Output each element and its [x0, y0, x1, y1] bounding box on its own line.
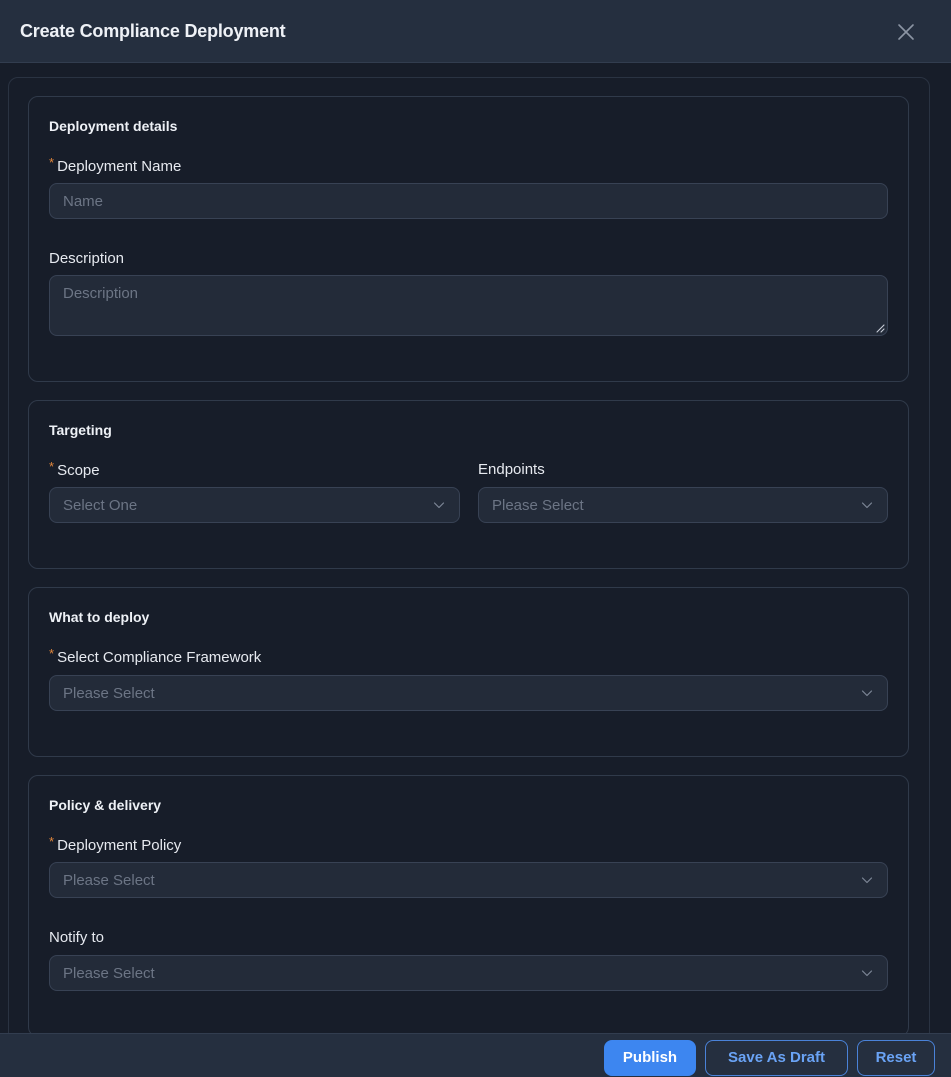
save-as-draft-button[interactable]: Save As Draft: [705, 1040, 848, 1076]
deployment-name-label: * Deployment Name: [49, 155, 182, 175]
chevron-down-icon: [861, 502, 873, 509]
endpoints-placeholder: Please Select: [492, 497, 584, 514]
section-title: Targeting: [49, 422, 112, 438]
section-policy-delivery: Policy & delivery * Deployment Policy Ple…: [28, 775, 909, 1037]
section-title: Deployment details: [49, 118, 178, 134]
endpoints-label: Endpoints: [478, 461, 545, 478]
publish-button[interactable]: Publish: [604, 1040, 696, 1076]
description-textarea[interactable]: Description: [49, 275, 888, 336]
modal-footer: Publish Save As Draft Reset: [0, 1033, 951, 1077]
notify-to-select[interactable]: Please Select: [49, 955, 888, 991]
scope-select[interactable]: Select One: [49, 487, 460, 523]
chevron-down-icon: [861, 690, 873, 697]
description-placeholder: Description: [63, 285, 139, 302]
framework-select[interactable]: Please Select: [49, 675, 888, 711]
required-marker: *: [49, 646, 55, 661]
required-marker: *: [49, 834, 55, 849]
notify-to-label: Notify to: [49, 929, 105, 946]
chevron-down-icon: [861, 877, 873, 884]
required-marker: *: [49, 459, 55, 474]
chevron-down-icon: [433, 502, 445, 509]
framework-label: * Select Compliance Framework: [49, 646, 262, 666]
section-title: Policy & delivery: [49, 797, 162, 813]
scope-placeholder: Select One: [63, 497, 138, 514]
scope-label: * Scope: [49, 459, 100, 479]
close-icon[interactable]: [896, 22, 916, 42]
deployment-policy-select[interactable]: Please Select: [49, 862, 888, 898]
chevron-down-icon: [861, 970, 873, 977]
deployment-name-placeholder: Name: [63, 193, 104, 210]
modal-title: Create Compliance Deployment: [20, 21, 286, 41]
section-targeting: Targeting * Scope Select One Endpoints Pl…: [28, 400, 909, 569]
section-title: What to deploy: [49, 609, 150, 625]
notify-to-placeholder: Please Select: [63, 965, 155, 982]
framework-placeholder: Please Select: [63, 685, 155, 702]
deployment-name-input[interactable]: Name: [49, 183, 888, 219]
resize-grip-icon[interactable]: [875, 323, 885, 333]
section-what-to-deploy: What to deploy * Select Compliance Framew…: [28, 587, 909, 757]
section-deployment-details: Deployment details * Deployment Name Name…: [28, 96, 909, 382]
deployment-policy-label: * Deployment Policy: [49, 834, 182, 854]
modal-header: Create Compliance Deployment: [0, 0, 951, 63]
reset-button[interactable]: Reset: [857, 1040, 935, 1076]
endpoints-select[interactable]: Please Select: [478, 487, 888, 523]
deployment-policy-placeholder: Please Select: [63, 872, 155, 889]
description-label: Description: [49, 250, 125, 267]
required-marker: *: [49, 155, 55, 170]
